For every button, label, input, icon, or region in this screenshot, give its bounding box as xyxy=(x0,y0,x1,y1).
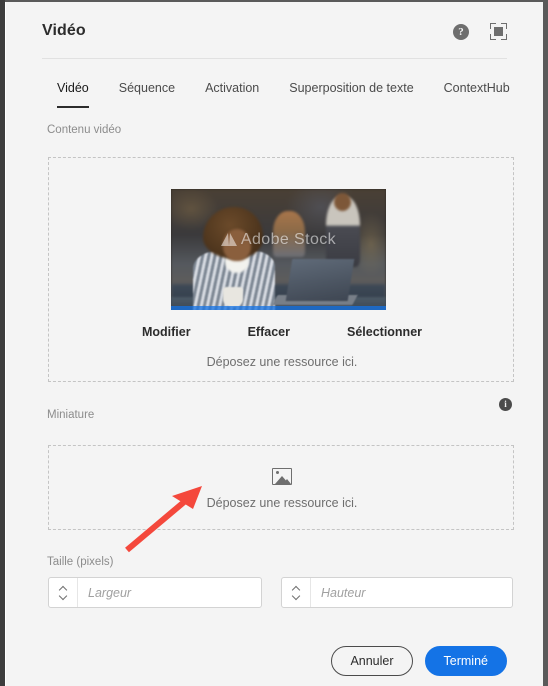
width-input[interactable] xyxy=(78,578,261,607)
tab-sequence[interactable]: Séquence xyxy=(104,78,190,98)
height-input[interactable] xyxy=(311,578,512,607)
tab-video[interactable]: Vidéo xyxy=(42,78,104,108)
tab-contexthub[interactable]: ContextHub xyxy=(429,78,525,98)
preview-coffee-cup xyxy=(223,287,243,307)
dialog-header: Vidéo ? xyxy=(6,2,543,59)
modifier-button[interactable]: Modifier xyxy=(142,325,191,339)
preview-barista-head xyxy=(334,193,351,211)
video-preview-thumbnail[interactable]: Adobe Stock xyxy=(171,189,386,310)
tab-bar: Vidéo Séquence Activation Superposition … xyxy=(42,78,525,110)
fullscreen-center xyxy=(494,27,503,36)
help-icon[interactable]: ? xyxy=(453,23,469,40)
header-actions: ? xyxy=(453,23,507,40)
tab-superposition-de-texte[interactable]: Superposition de texte xyxy=(274,78,428,98)
height-stepper-group xyxy=(281,577,513,608)
size-label: Taille (pixels) xyxy=(47,556,114,568)
video-drop-hint: Déposez une ressource ici. xyxy=(206,355,358,369)
window-right-edge xyxy=(543,0,548,686)
info-icon[interactable]: i xyxy=(499,398,512,411)
preview-bottom-bar xyxy=(171,306,386,310)
thumbnail-dropzone-content: Déposez une ressource ici. xyxy=(49,446,515,531)
chevron-up-icon[interactable] xyxy=(60,587,67,591)
thumbnail-dropzone[interactable]: Déposez une ressource ici. xyxy=(48,445,514,530)
video-action-row: Modifier Effacer Sélectionner xyxy=(49,325,515,339)
video-content-label: Contenu vidéo xyxy=(47,124,122,136)
adobe-logo-icon xyxy=(220,232,237,246)
preview-laptop-screen xyxy=(285,259,355,301)
width-stepper-buttons[interactable] xyxy=(49,578,78,607)
preview-watermark: Adobe Stock xyxy=(171,231,386,249)
dialog-footer: Annuler Terminé xyxy=(331,646,507,676)
height-stepper-buttons[interactable] xyxy=(282,578,311,607)
image-icon-sun xyxy=(275,471,279,474)
tab-activation[interactable]: Activation xyxy=(190,78,274,98)
image-icon-mountain-small xyxy=(283,479,291,484)
thumbnail-drop-hint: Déposez une ressource ici. xyxy=(206,496,358,510)
selectionner-button[interactable]: Sélectionner xyxy=(347,325,422,339)
fullscreen-icon[interactable] xyxy=(490,23,507,40)
thumbnail-label: Miniature xyxy=(47,409,95,421)
cancel-button[interactable]: Annuler xyxy=(331,646,413,676)
watermark-text: Adobe Stock xyxy=(240,231,337,248)
effacer-button[interactable]: Effacer xyxy=(248,325,290,339)
chevron-down-icon[interactable] xyxy=(293,594,300,598)
video-dropzone[interactable]: Adobe Stock Modifier Effacer Sélectionne… xyxy=(48,157,514,382)
header-divider xyxy=(42,58,507,59)
done-button[interactable]: Terminé xyxy=(424,646,507,676)
page-title: Vidéo xyxy=(42,22,86,39)
width-stepper-group xyxy=(48,577,262,608)
video-properties-dialog: Vidéo ? Vidéo Séquence Activation Superp… xyxy=(0,0,548,686)
chevron-up-icon[interactable] xyxy=(293,587,300,591)
image-placeholder-icon xyxy=(272,468,292,485)
dialog-panel: Vidéo ? Vidéo Séquence Activation Superp… xyxy=(6,2,543,686)
chevron-down-icon[interactable] xyxy=(60,594,67,598)
